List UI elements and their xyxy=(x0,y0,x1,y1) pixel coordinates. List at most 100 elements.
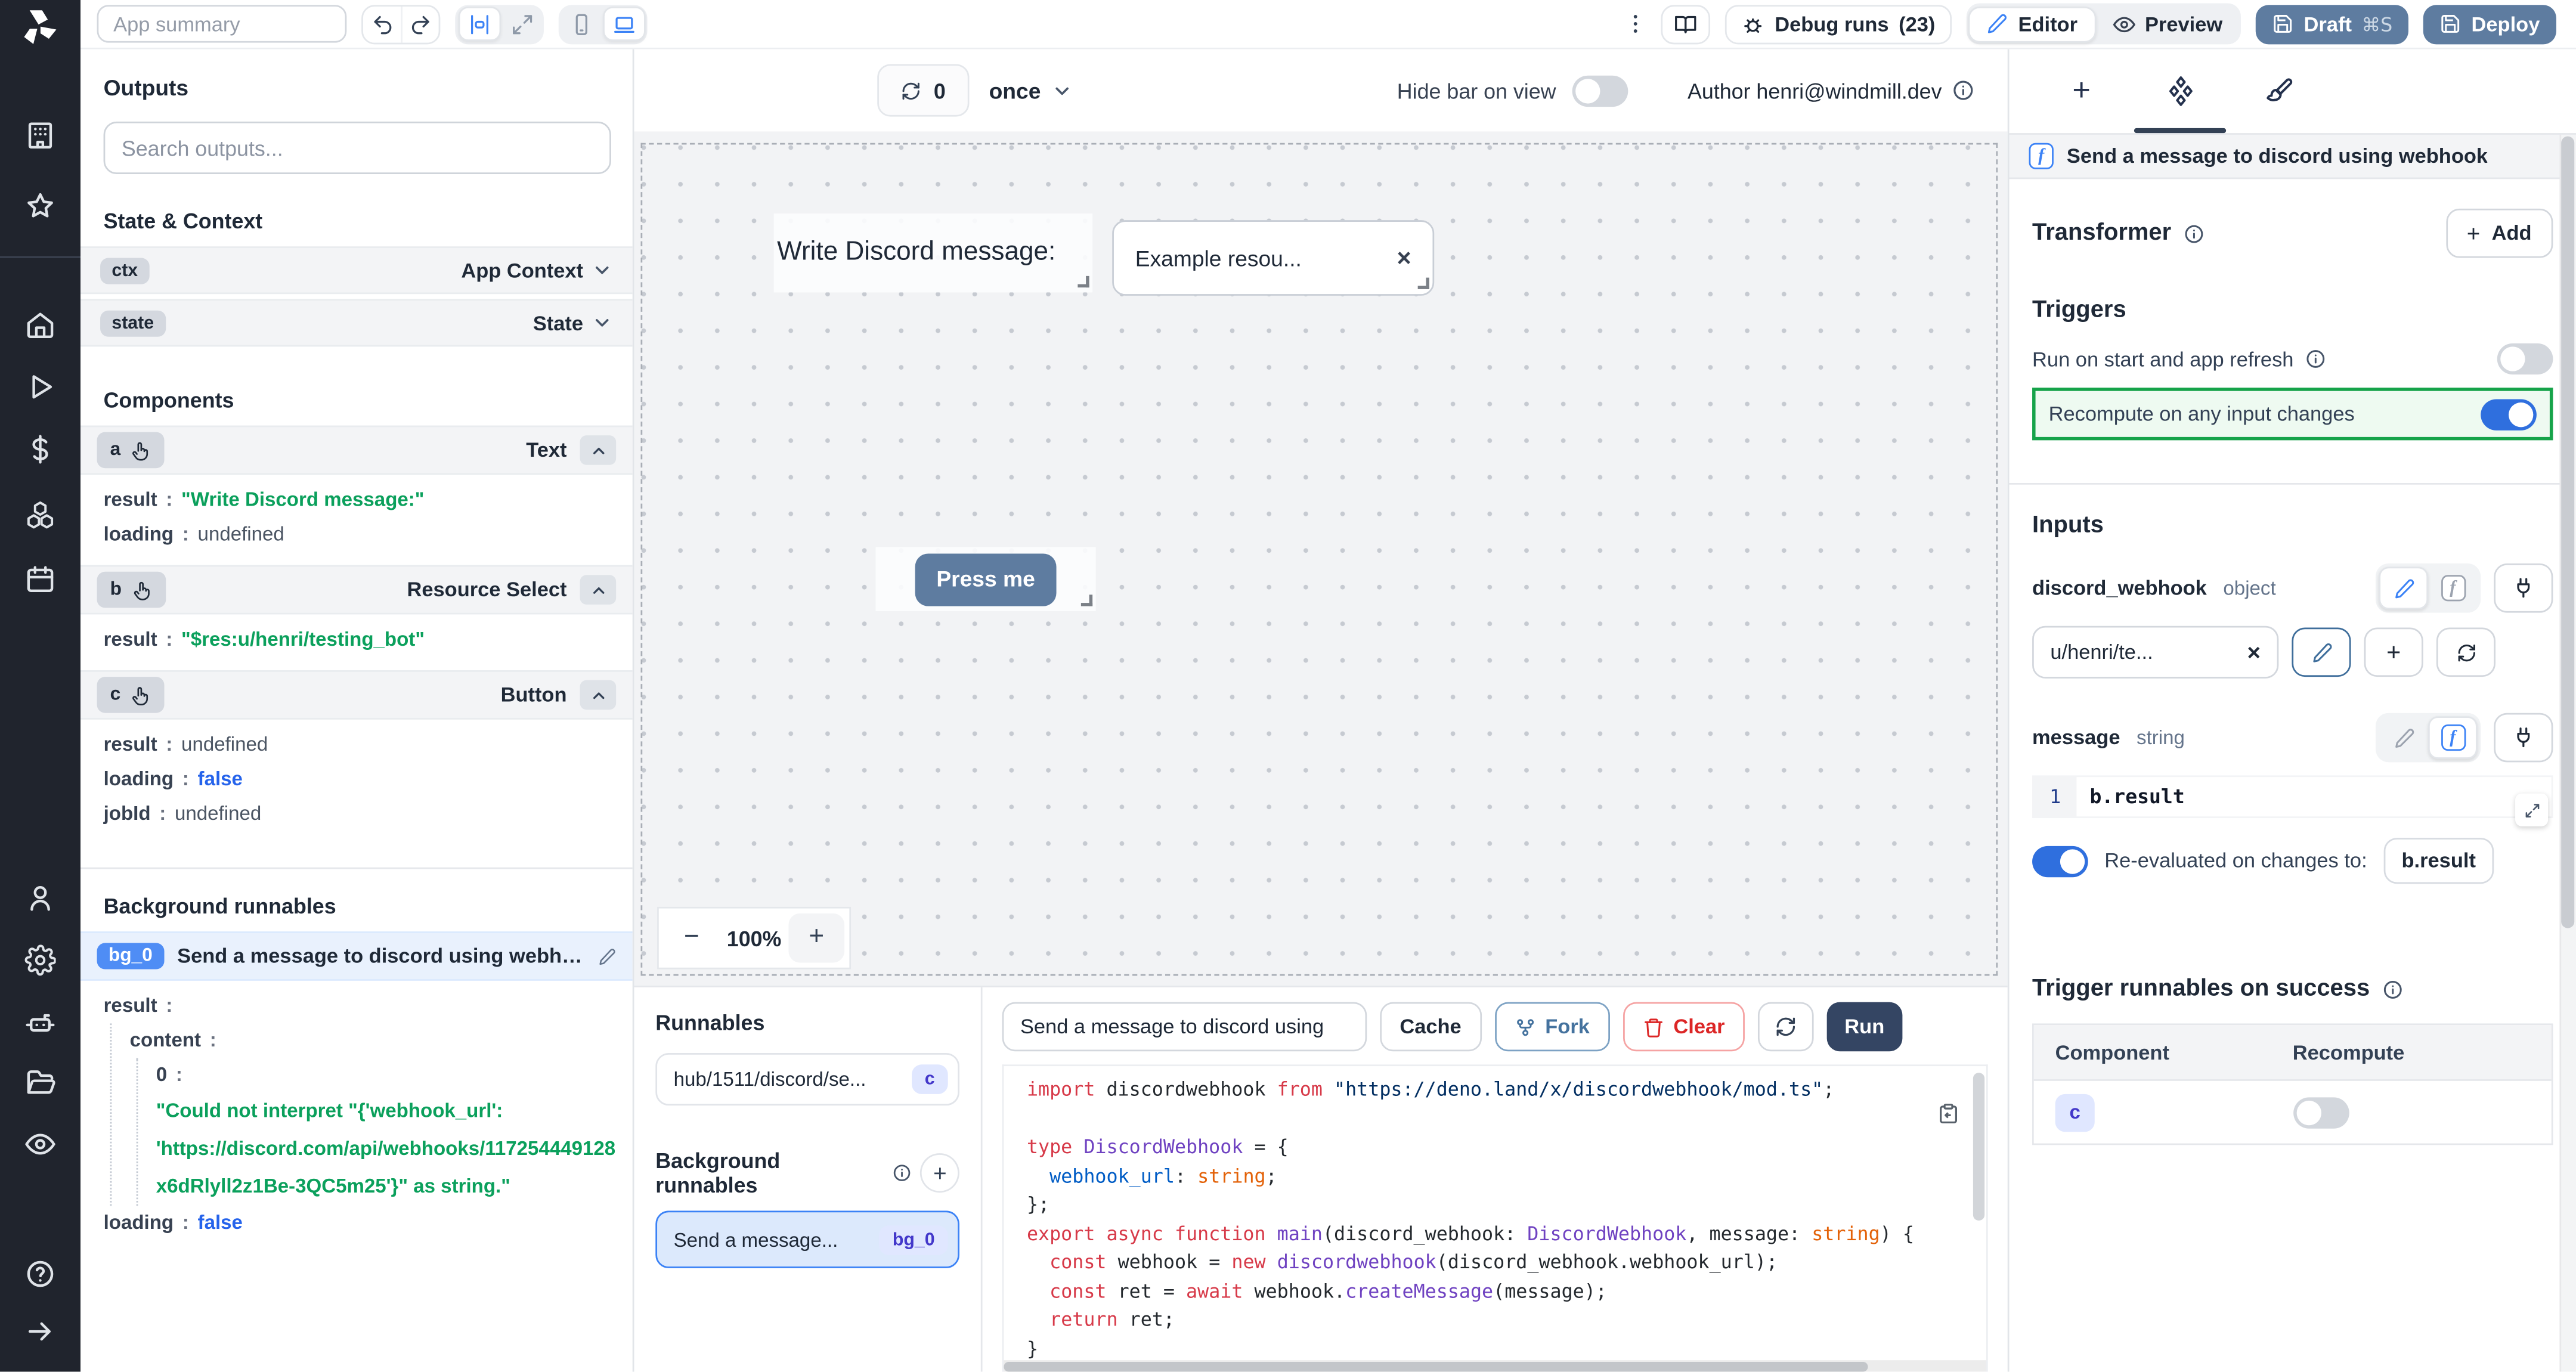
ctx-row[interactable]: ctx App Context xyxy=(80,246,633,294)
output-key[interactable]: loading xyxy=(104,767,174,791)
deploy-button[interactable]: Deploy xyxy=(2424,4,2556,44)
chevron-down-icon[interactable] xyxy=(592,259,613,281)
tab-preview[interactable]: Preview xyxy=(2095,6,2238,42)
runnable-item[interactable]: hub/1511/discord/se... c xyxy=(655,1053,959,1105)
info-icon[interactable] xyxy=(2382,978,2403,1000)
eval-mode-button[interactable]: f xyxy=(2428,716,2478,759)
component-c-header[interactable]: c Button xyxy=(80,670,633,720)
info-icon[interactable] xyxy=(2305,348,2327,370)
output-key[interactable]: loading xyxy=(104,1211,174,1234)
desktop-view-button[interactable] xyxy=(602,7,645,41)
component-c-badge[interactable]: c xyxy=(97,677,165,713)
cache-button[interactable]: Cache xyxy=(1380,1002,1481,1052)
output-key[interactable]: 0 xyxy=(156,1063,167,1086)
zoom-out-button[interactable]: − xyxy=(664,913,720,963)
recompute-row-toggle[interactable] xyxy=(2293,1097,2349,1128)
mobile-view-button[interactable] xyxy=(561,7,600,41)
panel-scrollbar-thumb[interactable] xyxy=(2561,137,2574,928)
text-component[interactable]: Write Discord message: xyxy=(774,213,1092,292)
home-icon[interactable] xyxy=(24,309,55,340)
workspace-building-icon[interactable] xyxy=(24,120,55,151)
output-key[interactable]: content xyxy=(130,1029,201,1052)
component-a-header[interactable]: a Text xyxy=(80,426,633,475)
debug-runs-button[interactable]: Debug runs (23) xyxy=(1726,4,1952,44)
resource-select-component[interactable]: Example resou... × xyxy=(1112,220,1434,296)
reload-code-button[interactable] xyxy=(1758,1002,1814,1052)
button-component-container[interactable]: Press me xyxy=(875,547,1095,611)
zoom-in-button[interactable]: + xyxy=(788,913,844,963)
output-key[interactable]: result xyxy=(104,488,157,511)
more-menu-button[interactable] xyxy=(1624,11,1647,36)
collapse-button[interactable] xyxy=(580,435,617,465)
code-vertical-scrollbar[interactable] xyxy=(1973,1073,1984,1221)
expand-sidebar-arrow-icon[interactable] xyxy=(24,1316,55,1347)
output-key[interactable]: loading xyxy=(104,522,174,546)
add-bg-runnable-button[interactable]: + xyxy=(921,1153,959,1193)
output-key[interactable]: result xyxy=(104,733,157,756)
variables-dollar-icon[interactable] xyxy=(24,433,55,464)
chevron-down-icon[interactable] xyxy=(592,312,613,333)
undo-button[interactable] xyxy=(363,6,401,42)
component-a-badge[interactable]: a xyxy=(97,432,165,469)
connect-input-button[interactable] xyxy=(2494,563,2553,613)
folders-icon[interactable] xyxy=(24,1068,55,1099)
bg-runnable-item-selected[interactable]: Send a message... bg_0 xyxy=(655,1211,959,1268)
pencil-icon[interactable] xyxy=(598,947,616,965)
message-expression-editor[interactable]: 1 b.result xyxy=(2032,775,2553,818)
press-me-button[interactable]: Press me xyxy=(915,553,1057,605)
state-row[interactable]: state State xyxy=(80,299,633,346)
tab-style[interactable] xyxy=(2230,49,2328,134)
resize-handle[interactable] xyxy=(1081,594,1092,606)
fork-button[interactable]: Fork xyxy=(1494,1002,1609,1052)
output-key[interactable]: result xyxy=(104,994,157,1017)
hide-bar-toggle[interactable] xyxy=(1572,75,1628,106)
add-transformer-button[interactable]: + Add xyxy=(2445,209,2553,258)
connect-input-button[interactable] xyxy=(2494,713,2553,763)
output-key[interactable]: result xyxy=(104,627,157,651)
center-layout-button[interactable] xyxy=(457,7,500,41)
app-canvas[interactable]: Write Discord message: Example resou... … xyxy=(640,143,1998,976)
run-button[interactable]: Run xyxy=(1826,1002,1902,1052)
draft-button[interactable]: Draft ⌘S xyxy=(2256,4,2409,44)
resize-handle[interactable] xyxy=(1078,276,1089,287)
tab-insert[interactable]: + xyxy=(2032,49,2131,134)
edit-resource-button[interactable] xyxy=(2292,627,2351,677)
component-b-badge[interactable]: b xyxy=(97,572,166,608)
tab-settings-active[interactable] xyxy=(2131,49,2229,134)
search-outputs-input[interactable] xyxy=(104,122,611,174)
schedules-calendar-icon[interactable] xyxy=(24,563,55,594)
eval-mode-button[interactable]: f xyxy=(2428,567,2478,610)
copy-icon[interactable] xyxy=(1937,1102,1960,1126)
resource-select[interactable]: u/henri/te... × xyxy=(2032,626,2278,679)
tab-editor[interactable]: Editor xyxy=(1969,6,2095,42)
create-resource-button[interactable]: + xyxy=(2364,627,2423,677)
info-icon[interactable] xyxy=(893,1163,912,1183)
refresh-count-button[interactable]: 0 xyxy=(877,64,969,116)
reeval-target-chip[interactable]: b.result xyxy=(2383,838,2494,884)
expand-editor-button[interactable] xyxy=(2515,794,2548,826)
fullwidth-layout-button[interactable] xyxy=(502,7,541,41)
info-icon[interactable] xyxy=(1952,79,1975,102)
recompute-toggle[interactable] xyxy=(2481,398,2537,429)
frequency-dropdown[interactable]: once xyxy=(989,78,1072,103)
output-key[interactable]: jobId xyxy=(104,801,151,825)
help-question-icon[interactable] xyxy=(24,1258,55,1289)
collapse-button[interactable] xyxy=(580,575,617,605)
script-name-input[interactable] xyxy=(1002,1002,1367,1052)
static-mode-button[interactable] xyxy=(2379,567,2428,610)
app-summary-input[interactable] xyxy=(97,5,347,42)
reeval-toggle[interactable] xyxy=(2032,845,2088,876)
resources-cubes-icon[interactable] xyxy=(24,500,55,531)
info-icon[interactable] xyxy=(2182,222,2204,244)
docs-button[interactable] xyxy=(1661,4,1711,44)
resize-handle[interactable] xyxy=(1418,278,1429,289)
clear-resource-icon[interactable]: × xyxy=(2247,639,2261,665)
redo-button[interactable] xyxy=(401,6,438,42)
code-horizontal-scrollbar[interactable] xyxy=(1004,1360,1986,1371)
runs-play-icon[interactable] xyxy=(24,371,55,402)
refresh-resources-button[interactable] xyxy=(2436,627,2496,677)
users-person-icon[interactable] xyxy=(24,882,55,913)
bg-runnable-header[interactable]: bg_0 Send a message to discord using web… xyxy=(80,931,633,981)
clear-selection-icon[interactable]: × xyxy=(1397,244,1411,272)
code-editor[interactable]: import discordwebhook from "https://deno… xyxy=(1002,1064,1988,1371)
